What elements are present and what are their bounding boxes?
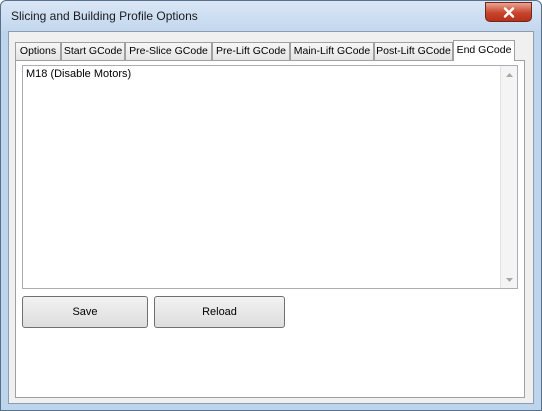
close-x-icon bbox=[503, 6, 515, 18]
tab-main-lift-gcode[interactable]: Main-Lift GCode bbox=[290, 42, 374, 60]
tab-strip: Options Start GCode Pre-Slice GCode Pre-… bbox=[15, 40, 515, 61]
gcode-text[interactable]: M18 (Disable Motors) bbox=[26, 68, 131, 80]
save-button[interactable]: Save bbox=[22, 296, 148, 328]
close-button[interactable] bbox=[485, 2, 532, 22]
tab-pre-lift-gcode[interactable]: Pre-Lift GCode bbox=[212, 42, 290, 60]
tab-options[interactable]: Options bbox=[15, 42, 61, 60]
scroll-up-arrow-icon[interactable] bbox=[505, 70, 514, 79]
tab-post-lift-gcode[interactable]: Post-Lift GCode bbox=[374, 42, 453, 60]
tab-pre-slice-gcode[interactable]: Pre-Slice GCode bbox=[125, 42, 212, 60]
tab-start-gcode[interactable]: Start GCode bbox=[61, 42, 125, 60]
dialog-client-area: Options Start GCode Pre-Slice GCode Pre-… bbox=[8, 31, 534, 404]
scroll-down-arrow-icon[interactable] bbox=[505, 275, 514, 284]
vertical-scrollbar[interactable] bbox=[500, 66, 517, 288]
reload-button[interactable]: Reload bbox=[154, 296, 285, 328]
window-title: Slicing and Building Profile Options bbox=[11, 9, 198, 23]
dialog-window: Slicing and Building Profile Options Opt… bbox=[0, 0, 542, 411]
tab-panel-end-gcode: M18 (Disable Motors) Save Reload bbox=[15, 60, 525, 398]
tab-end-gcode[interactable]: End GCode bbox=[453, 40, 515, 61]
title-bar[interactable]: Slicing and Building Profile Options bbox=[1, 1, 541, 31]
gcode-textarea[interactable]: M18 (Disable Motors) bbox=[22, 65, 518, 289]
